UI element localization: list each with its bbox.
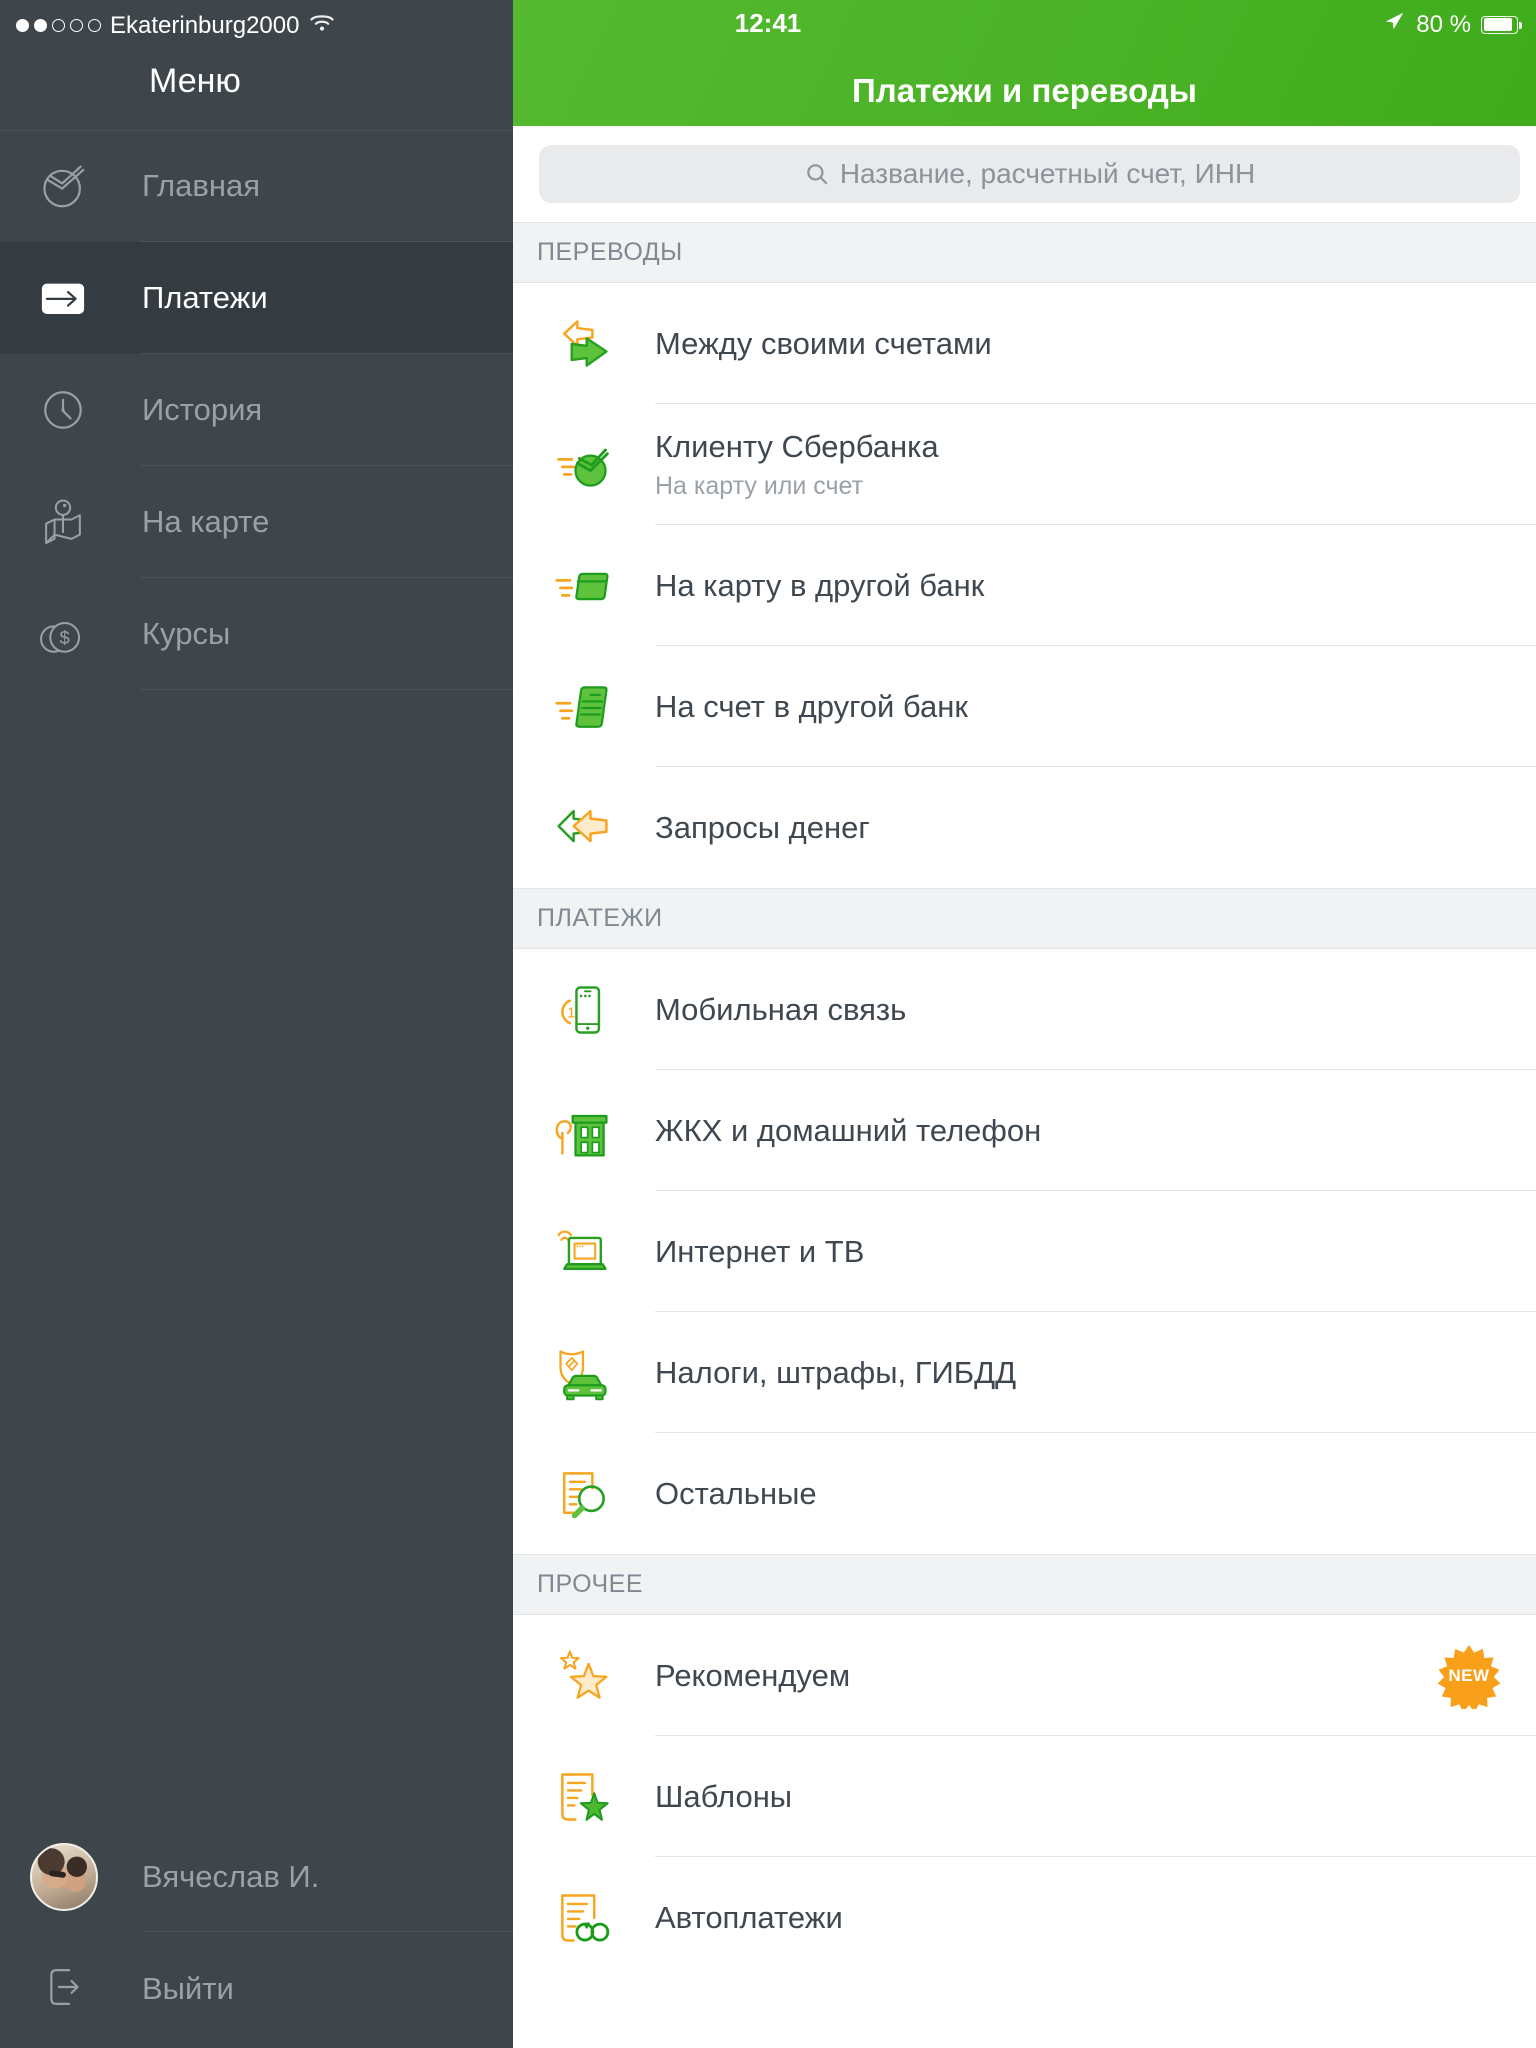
document-infinity-icon <box>553 1888 613 1948</box>
card-other-bank-icon <box>553 556 613 616</box>
user-avatar[interactable] <box>30 1843 98 1911</box>
laptop-wifi-icon <box>553 1222 613 1282</box>
logout-icon <box>37 1960 91 2014</box>
row-title: Шаблоны <box>655 1778 793 1814</box>
location-arrow-icon <box>1384 10 1406 39</box>
account-other-bank-icon <box>553 677 613 737</box>
sidebar-item-label: Главная <box>142 168 260 203</box>
document-star-icon <box>553 1767 613 1827</box>
wifi-icon <box>308 10 336 41</box>
document-magnifier-icon <box>553 1464 613 1524</box>
row-title: Мобильная связь <box>655 991 907 1027</box>
new-badge-label: NEW <box>1448 1665 1490 1685</box>
list-item-templates[interactable]: Шаблоны <box>513 1736 1536 1857</box>
row-title: Остальные <box>655 1475 817 1511</box>
row-subtitle: На карту или счет <box>655 471 864 500</box>
sberbank-client-icon <box>553 435 613 495</box>
battery-percent-label: 80 % <box>1416 10 1471 38</box>
building-tree-icon <box>553 1101 613 1161</box>
sidebar-item-main[interactable]: Главная <box>0 130 513 242</box>
app-screen: Ekaterinburg2000 Меню Главная Платежи Ис… <box>0 0 1536 2048</box>
search-icon <box>807 164 828 185</box>
row-title: На карту в другой банк <box>655 567 985 603</box>
clock-icon <box>36 383 90 437</box>
section-header-payments: ПЛАТЕЖИ <box>513 888 1536 949</box>
list-item-internet-tv[interactable]: Интернет и ТВ <box>513 1191 1536 1312</box>
list-item-money-requests[interactable]: Запросы денег <box>513 767 1536 888</box>
sidebar-item-label: На карте <box>142 504 270 539</box>
shield-car-icon <box>553 1343 613 1403</box>
status-bar-left: Ekaterinburg2000 <box>16 10 336 41</box>
row-title: Автоплатежи <box>655 1899 843 1935</box>
sidebar-divider <box>142 1931 513 1932</box>
row-title: На счет в другой банк <box>655 688 968 724</box>
sidebar-title: Меню <box>149 62 241 100</box>
row-title: Между своими счетами <box>655 325 992 361</box>
list-item-recommended[interactable]: Рекомендуем NEW <box>513 1615 1536 1736</box>
sidebar-menu: Ekaterinburg2000 Меню Главная Платежи Ис… <box>0 0 513 2048</box>
svg-text:1: 1 <box>567 1004 575 1021</box>
main-content: 12:41 80 % Платежи и переводы Название, … <box>513 0 1536 2048</box>
page-header: 12:41 80 % Платежи и переводы <box>513 0 1536 126</box>
list-item-other-payments[interactable]: Остальные <box>513 1433 1536 1554</box>
new-badge: NEW <box>1436 1643 1502 1709</box>
mobile-phone-icon: 1 <box>553 980 613 1040</box>
sidebar-item-rates[interactable]: $ Курсы <box>0 578 513 690</box>
status-time: 12:41 <box>734 8 802 38</box>
status-bar-right: 80 % <box>1384 10 1522 39</box>
search-placeholder: Название, расчетный счет, ИНН <box>839 158 1256 189</box>
coins-icon: $ <box>36 607 90 661</box>
sidebar-item-label: Платежи <box>142 280 268 315</box>
transfer-between-accounts-icon <box>553 314 613 374</box>
list-item-between-accounts[interactable]: Между своими счетами <box>513 283 1536 404</box>
money-request-icon <box>553 798 613 858</box>
list-item-account-other-bank[interactable]: На счет в другой банк <box>513 646 1536 767</box>
section-header-other: ПРОЧЕЕ <box>513 1554 1536 1615</box>
sberbank-logo-icon <box>36 159 90 213</box>
list-item-autopayments[interactable]: Автоплатежи <box>513 1857 1536 1978</box>
sidebar-item-label: История <box>142 392 263 427</box>
list-item-mobile[interactable]: 1 Мобильная связь <box>513 949 1536 1070</box>
sidebar-item-history[interactable]: История <box>0 354 513 466</box>
section-header-transfers: ПЕРЕВОДЫ <box>513 222 1536 283</box>
row-title: Интернет и ТВ <box>655 1233 865 1269</box>
sidebar-item-map[interactable]: На карте <box>0 466 513 578</box>
sidebar-nav: Главная Платежи История На карте $ Курсы <box>0 130 513 690</box>
card-arrow-icon <box>36 271 90 325</box>
list-item-utilities[interactable]: ЖКХ и домашний телефон <box>513 1070 1536 1191</box>
map-pin-icon <box>36 495 90 549</box>
row-title: ЖКХ и домашний телефон <box>655 1112 1042 1148</box>
carrier-label: Ekaterinburg2000 <box>110 11 300 39</box>
svg-text:$: $ <box>60 627 71 648</box>
cell-signal-icon <box>16 19 101 32</box>
battery-icon <box>1481 15 1522 34</box>
row-title: Налоги, штрафы, ГИБДД <box>655 1354 1017 1390</box>
stars-icon <box>553 1646 613 1706</box>
sidebar-item-label: Курсы <box>142 616 231 651</box>
row-title: Клиенту Сбербанка <box>655 428 939 464</box>
profile-name: Вячеслав И. <box>142 1859 320 1894</box>
search-zone: Название, расчетный счет, ИНН <box>513 126 1536 222</box>
list-item-taxes-fines[interactable]: Налоги, штрафы, ГИБДД <box>513 1312 1536 1433</box>
logout-button[interactable]: Выйти <box>142 1971 234 2007</box>
list-item-card-other-bank[interactable]: На карту в другой банк <box>513 525 1536 646</box>
row-title: Запросы денег <box>655 809 870 845</box>
row-title: Рекомендуем <box>655 1657 851 1693</box>
sidebar-item-payments[interactable]: Платежи <box>0 242 513 354</box>
list-item-sber-client[interactable]: Клиенту Сбербанка На карту или счет <box>513 404 1536 525</box>
search-input[interactable]: Название, расчетный счет, ИНН <box>539 145 1520 203</box>
page-title: Платежи и переводы <box>852 72 1197 109</box>
